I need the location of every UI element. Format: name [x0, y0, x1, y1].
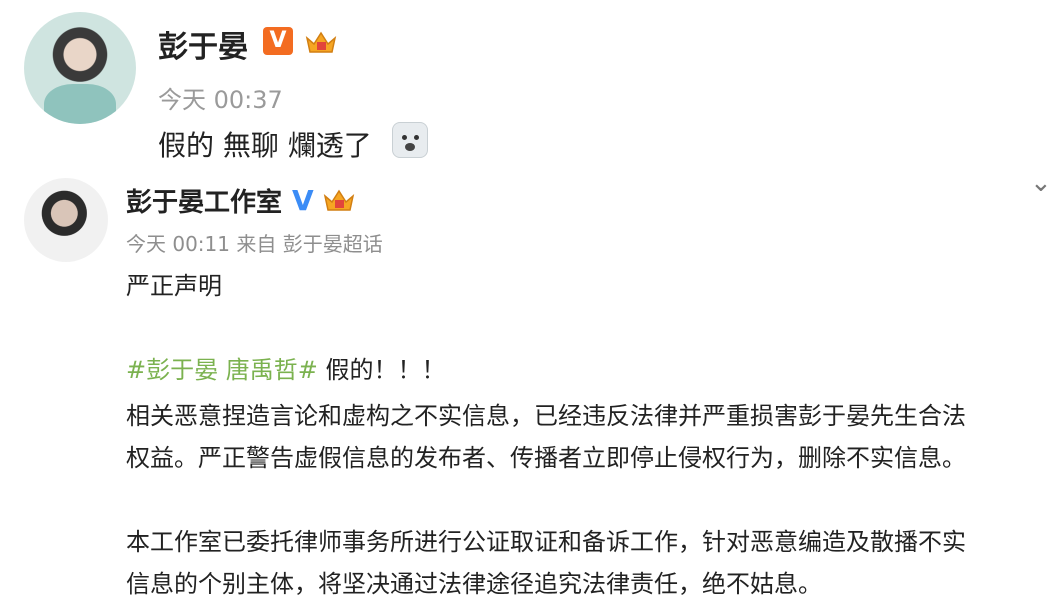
post-meta: 今天 00:11 来自 彭于晏超话: [126, 228, 383, 257]
crown-icon: [305, 31, 337, 53]
statement-line: 相关恶意捏造言论和虚构之不实信息，已经违反法律并严重损害彭于晏先生合法: [126, 402, 966, 430]
hashtag-link[interactable]: #彭于晏 唐禹哲#: [126, 356, 318, 384]
statement-hashtag-line: #彭于晏 唐禹哲# 假的！！！: [126, 350, 446, 385]
post-text: 假的 無聊 爛透了: [158, 129, 372, 162]
emoji-icon: [392, 122, 428, 158]
verified-badge: V: [263, 27, 293, 55]
verified-badge: V: [292, 184, 314, 217]
avatar[interactable]: [24, 178, 108, 262]
post-source[interactable]: 来自 彭于晏超话: [236, 232, 382, 256]
post-time: 今天 00:37: [158, 86, 283, 114]
statement-line: 权益。严正警告虚假信息的发布者、传播者立即停止侵权行为，删除不实信息。: [126, 444, 966, 472]
chevron-down-icon[interactable]: ⌄: [1030, 168, 1052, 198]
hashtag-after: 假的！！！: [317, 356, 446, 384]
author-name[interactable]: 彭于晏工作室: [126, 182, 282, 219]
author-name[interactable]: 彭于晏: [158, 22, 248, 66]
avatar[interactable]: [24, 12, 136, 124]
crown-icon: [323, 189, 355, 211]
post-time: 今天 00:11: [126, 232, 230, 256]
statement-line: 本工作室已委托律师事务所进行公证取证和备诉工作，针对恶意编造及散播不实: [126, 528, 966, 556]
statement-line: 信息的个别主体，将坚决通过法律途径追究法律责任，绝不姑息。: [126, 570, 822, 598]
statement-title: 严正声明: [126, 272, 222, 300]
